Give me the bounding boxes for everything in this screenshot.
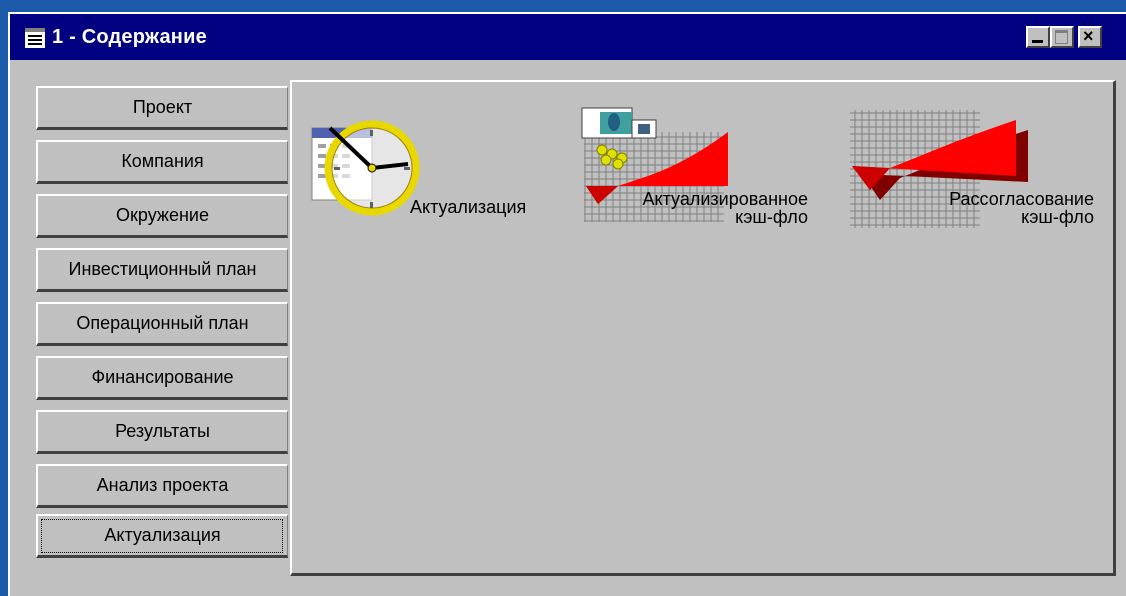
- document-list-icon: [25, 28, 45, 48]
- actualized-cashflow-label-line2: кэш-фло: [735, 207, 808, 227]
- close-icon: ×: [1083, 26, 1094, 46]
- actualized-cashflow-item[interactable]: Актуализированное кэш-фло: [578, 102, 838, 232]
- tab-investment-plan[interactable]: Инвестиционный план: [36, 248, 288, 292]
- tab-project-analysis[interactable]: Анализ проекта: [36, 464, 288, 508]
- tab-financing[interactable]: Финансирование: [36, 356, 288, 400]
- actualization-item[interactable]: Актуализация: [310, 106, 560, 226]
- contents-window: 1 - Содержание × Проект Компания Окружен…: [8, 12, 1126, 596]
- maximize-button[interactable]: [1050, 26, 1074, 48]
- tab-operating-plan[interactable]: Операционный план: [36, 302, 288, 346]
- content-panel: Актуализация Актуализированное кэш-фло Р…: [290, 80, 1116, 576]
- tab-actualization[interactable]: Актуализация: [36, 514, 288, 558]
- tab-environment[interactable]: Окружение: [36, 194, 288, 238]
- close-button[interactable]: ×: [1078, 26, 1102, 48]
- cashflow-divergence-label-line1: Рассогласование: [949, 189, 1094, 209]
- minimize-button[interactable]: [1026, 26, 1050, 48]
- cashflow-divergence-item[interactable]: Рассогласование кэш-фло: [848, 106, 1104, 236]
- actualization-label: Актуализация: [410, 197, 527, 217]
- tab-project[interactable]: Проект: [36, 86, 288, 130]
- window-title: 1 - Содержание: [52, 26, 207, 48]
- title-bar[interactable]: 1 - Содержание ×: [10, 14, 1126, 60]
- cashflow-divergence-label-line2: кэш-фло: [1021, 207, 1094, 227]
- tab-company[interactable]: Компания: [36, 140, 288, 184]
- actualized-cashflow-label-line1: Актуализированное: [642, 189, 809, 209]
- tab-results[interactable]: Результаты: [36, 410, 288, 454]
